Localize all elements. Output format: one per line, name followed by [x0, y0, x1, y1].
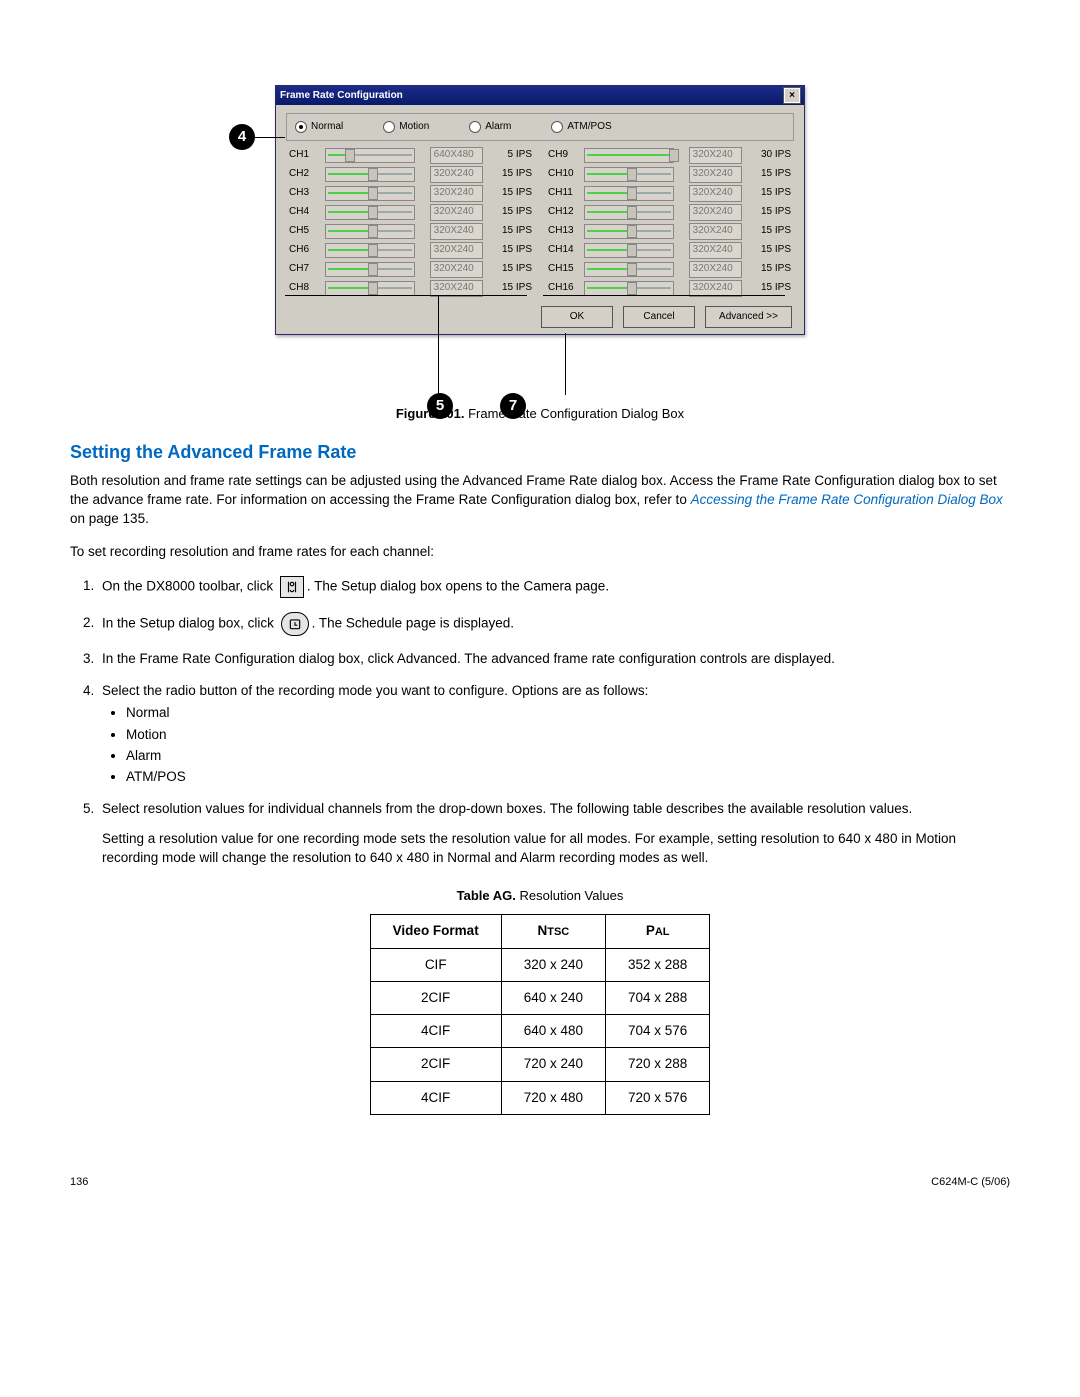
resolution-dropdown[interactable]: 320X240	[430, 261, 483, 278]
channel-row: CH2320X24015 IPS	[286, 165, 535, 184]
mode-radio-normal[interactable]: Normal	[295, 120, 343, 134]
channel-row: CH6320X24015 IPS	[286, 241, 535, 260]
mode-option: Alarm	[126, 747, 1010, 765]
mode-radio-group: Normal Motion Alarm ATM/POS	[286, 113, 794, 141]
schedule-icon	[281, 612, 309, 636]
channel-row: CH13320X24015 IPS	[545, 222, 794, 241]
mode-option: ATM/POS	[126, 768, 1010, 786]
resolution-dropdown[interactable]: 320X240	[430, 280, 483, 297]
step-5-note: Setting a resolution value for one recor…	[102, 830, 1010, 866]
channels-left-table: CH1640X4805 IPSCH2320X24015 IPSCH3320X24…	[286, 146, 535, 298]
channel-row: CH1640X4805 IPS	[286, 146, 535, 165]
table-caption: Table AG. Resolution Values	[70, 887, 1010, 905]
table-row: CIF320 x 240352 x 288	[370, 948, 710, 981]
resolution-dropdown[interactable]: 320X240	[689, 242, 742, 259]
dialog-title: Frame Rate Configuration	[280, 89, 403, 103]
setup-icon	[280, 576, 304, 598]
mode-options-list: Normal Motion Alarm ATM/POS	[126, 704, 1010, 786]
table-row: 2CIF640 x 240704 x 288	[370, 981, 710, 1014]
framerate-slider[interactable]	[584, 243, 674, 258]
channel-row: CH8320X24015 IPS	[286, 279, 535, 298]
table-header: PAL	[606, 915, 710, 948]
resolution-dropdown[interactable]: 320X240	[430, 166, 483, 183]
table-header: NTSC	[501, 915, 605, 948]
frame-rate-dialog-figure: Frame Rate Configuration × Normal Motion A…	[275, 85, 805, 335]
channel-row: CH15320X24015 IPS	[545, 260, 794, 279]
intro-paragraph: Both resolution and frame rate settings …	[70, 472, 1010, 529]
step-4: Select the radio button of the recording…	[98, 682, 1010, 786]
framerate-slider[interactable]	[584, 205, 674, 220]
page-number: 136	[70, 1175, 88, 1190]
xref-link[interactable]: Accessing the Frame Rate Configuration D…	[691, 492, 1003, 507]
table-row: 4CIF720 x 480720 x 576	[370, 1081, 710, 1114]
resolution-dropdown[interactable]: 320X240	[689, 223, 742, 240]
resolution-dropdown[interactable]: 640X480	[430, 147, 483, 164]
resolution-dropdown[interactable]: 320X240	[689, 261, 742, 278]
dialog-body: Normal Motion Alarm ATM/POS CH1640X4805 IPS…	[276, 105, 804, 334]
callout-4: 4	[229, 124, 255, 150]
ok-button[interactable]: OK	[541, 306, 613, 328]
page-footer: 136 C624M-C (5/06)	[70, 1175, 1010, 1190]
resolution-dropdown[interactable]: 320X240	[689, 185, 742, 202]
step-1: On the DX8000 toolbar, click . The Setup…	[98, 576, 1010, 598]
resolution-dropdown[interactable]: 320X240	[689, 166, 742, 183]
channel-row: CH14320X24015 IPS	[545, 241, 794, 260]
lead-in: To set recording resolution and frame ra…	[70, 543, 1010, 562]
channels-right-table: CH9320X24030 IPSCH10320X24015 IPSCH11320…	[545, 146, 794, 298]
framerate-slider[interactable]	[584, 224, 674, 239]
framerate-slider[interactable]	[584, 281, 674, 296]
channel-row: CH16320X24015 IPS	[545, 279, 794, 298]
channel-row: CH9320X24030 IPS	[545, 146, 794, 165]
channel-row: CH3320X24015 IPS	[286, 184, 535, 203]
framerate-slider[interactable]	[584, 148, 674, 163]
mode-option: Motion	[126, 726, 1010, 744]
framerate-slider[interactable]	[584, 167, 674, 182]
mode-radio-alarm[interactable]: Alarm	[469, 120, 511, 134]
framerate-slider[interactable]	[325, 205, 415, 220]
doc-id: C624M-C (5/06)	[931, 1175, 1010, 1190]
table-row: 4CIF640 x 480704 x 576	[370, 1015, 710, 1048]
advanced-button[interactable]: Advanced >>	[705, 306, 792, 328]
figure-caption: Figure 101. Frame Rate Configuration Dia…	[70, 405, 1010, 423]
dialog-titlebar: Frame Rate Configuration ×	[276, 86, 804, 105]
resolution-dropdown[interactable]: 320X240	[430, 185, 483, 202]
close-icon[interactable]: ×	[784, 88, 800, 103]
channel-row: CH11320X24015 IPS	[545, 184, 794, 203]
resolution-dropdown[interactable]: 320X240	[430, 204, 483, 221]
framerate-slider[interactable]	[325, 224, 415, 239]
cancel-button[interactable]: Cancel	[623, 306, 695, 328]
framerate-slider[interactable]	[584, 262, 674, 277]
framerate-slider[interactable]	[584, 186, 674, 201]
dialog-button-row: OK Cancel Advanced >>	[286, 306, 792, 328]
table-row: 2CIF720 x 240720 x 288	[370, 1048, 710, 1081]
framerate-slider[interactable]	[325, 167, 415, 182]
channel-row: CH7320X24015 IPS	[286, 260, 535, 279]
channel-row: CH4320X24015 IPS	[286, 203, 535, 222]
framerate-slider[interactable]	[325, 281, 415, 296]
framerate-slider[interactable]	[325, 148, 415, 163]
framerate-slider[interactable]	[325, 243, 415, 258]
step-3: In the Frame Rate Configuration dialog b…	[98, 650, 1010, 668]
procedure-list: On the DX8000 toolbar, click . The Setup…	[76, 576, 1010, 867]
resolution-dropdown[interactable]: 320X240	[689, 204, 742, 221]
channel-row: CH5320X24015 IPS	[286, 222, 535, 241]
resolution-table: Video FormatNTSCPALCIF320 x 240352 x 288…	[370, 914, 711, 1114]
mode-radio-atm/pos[interactable]: ATM/POS	[551, 120, 611, 134]
table-header: Video Format	[370, 915, 501, 948]
resolution-dropdown[interactable]: 320X240	[689, 280, 742, 297]
framerate-slider[interactable]	[325, 186, 415, 201]
resolution-dropdown[interactable]: 320X240	[430, 242, 483, 259]
section-heading: Setting the Advanced Frame Rate	[70, 440, 1010, 464]
channel-columns: CH1640X4805 IPSCH2320X24015 IPSCH3320X24…	[286, 146, 794, 298]
step-5: Select resolution values for individual …	[98, 800, 1010, 867]
channel-row: CH12320X24015 IPS	[545, 203, 794, 222]
mode-option: Normal	[126, 704, 1010, 722]
framerate-slider[interactable]	[325, 262, 415, 277]
resolution-dropdown[interactable]: 320X240	[689, 147, 742, 164]
step-2: In the Setup dialog box, click . The Sch…	[98, 612, 1010, 636]
resolution-dropdown[interactable]: 320X240	[430, 223, 483, 240]
frame-rate-dialog: Frame Rate Configuration × Normal Motion A…	[275, 85, 805, 335]
channel-row: CH10320X24015 IPS	[545, 165, 794, 184]
mode-radio-motion[interactable]: Motion	[383, 120, 429, 134]
